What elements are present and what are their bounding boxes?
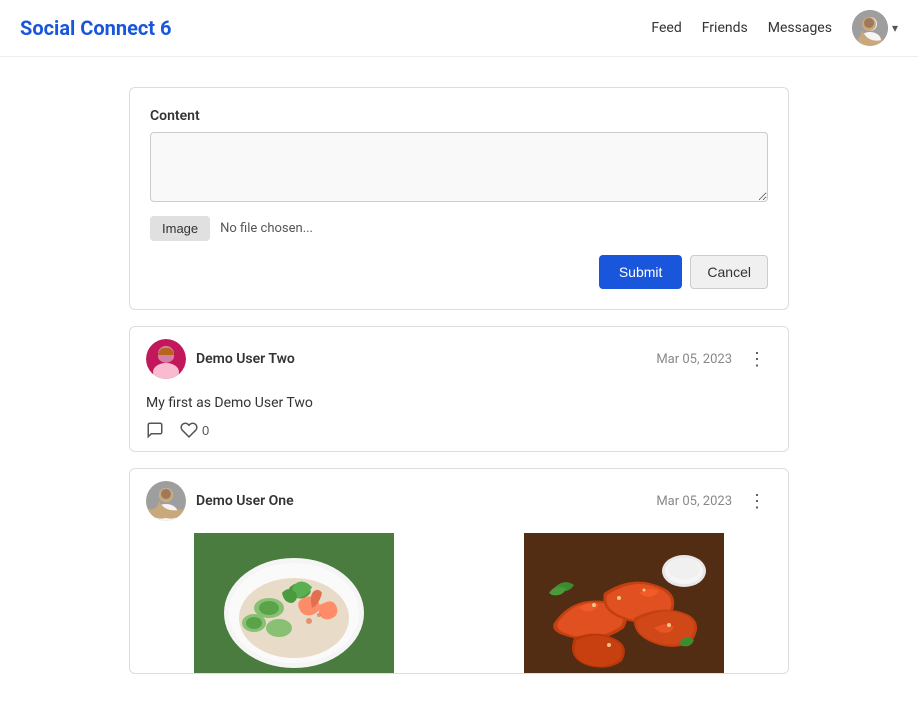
nav-friends[interactable]: Friends	[702, 20, 748, 36]
post-user-info: Demo User Two	[146, 339, 295, 379]
post-body: My first as Demo User Two 0	[130, 391, 788, 451]
chevron-down-icon: ▾	[892, 21, 898, 35]
food-image-1	[130, 533, 458, 673]
post-text: My first as Demo User Two	[146, 395, 772, 411]
post-username-2: Demo User One	[196, 493, 294, 509]
food-image-2	[460, 533, 788, 673]
post-avatar	[146, 339, 186, 379]
avatar	[852, 10, 888, 46]
comment-icon	[146, 421, 164, 439]
post-action-row: Submit Cancel	[150, 255, 768, 289]
comment-button[interactable]	[146, 421, 164, 439]
like-button[interactable]: 0	[180, 421, 209, 439]
post-meta-right: Mar 05, 2023 ⋮	[656, 347, 772, 372]
nav-messages[interactable]: Messages	[768, 20, 832, 36]
post-user-info-2: Demo User One	[146, 481, 294, 521]
main-nav: Feed Friends Messages ▾	[651, 10, 898, 46]
content-label: Content	[150, 108, 768, 124]
post-more-button[interactable]: ⋮	[742, 347, 772, 372]
nav-feed[interactable]: Feed	[651, 20, 681, 36]
create-post-card: Content Image No file chosen... Submit C…	[129, 87, 789, 310]
file-row: Image No file chosen...	[150, 216, 768, 241]
post-header-2: Demo User One Mar 05, 2023 ⋮	[130, 469, 788, 533]
main-content: Content Image No file chosen... Submit C…	[109, 87, 809, 674]
file-chosen-label: No file chosen...	[220, 221, 313, 236]
post-username: Demo User Two	[196, 351, 295, 367]
post-more-button-2[interactable]: ⋮	[742, 489, 772, 514]
post-avatar-2	[146, 481, 186, 521]
post-actions: 0	[146, 421, 772, 439]
post-date: Mar 05, 2023	[656, 352, 732, 367]
like-count: 0	[202, 423, 209, 438]
image-upload-button[interactable]: Image	[150, 216, 210, 241]
app-header: Social Connect 6 Feed Friends Messages ▾	[0, 0, 918, 57]
cancel-button[interactable]: Cancel	[690, 255, 768, 289]
submit-button[interactable]: Submit	[599, 255, 683, 289]
post-card: Demo User Two Mar 05, 2023 ⋮ My first as…	[129, 326, 789, 452]
heart-icon	[180, 421, 198, 439]
post-card-2: Demo User One Mar 05, 2023 ⋮	[129, 468, 789, 674]
user-menu-trigger[interactable]: ▾	[852, 10, 898, 46]
post-meta-right-2: Mar 05, 2023 ⋮	[656, 489, 772, 514]
content-input[interactable]	[150, 132, 768, 202]
app-logo[interactable]: Social Connect 6	[20, 16, 172, 40]
post-date-2: Mar 05, 2023	[656, 494, 732, 509]
post-header: Demo User Two Mar 05, 2023 ⋮	[130, 327, 788, 391]
post-images	[130, 533, 788, 673]
